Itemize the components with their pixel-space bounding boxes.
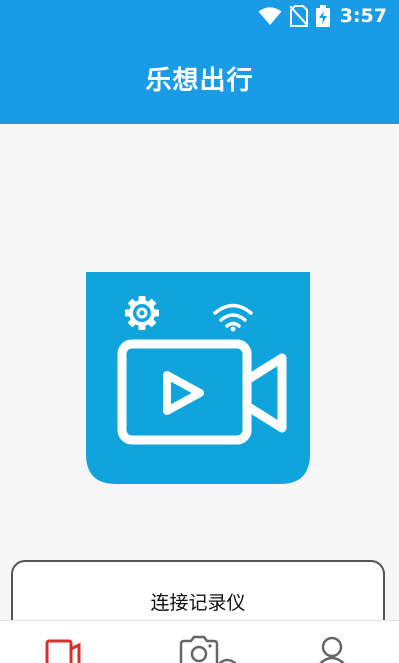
app-header: 乐想出行: [0, 32, 399, 124]
wifi-icon: [258, 6, 282, 26]
no-sim-icon: [289, 5, 308, 27]
status-bar: 3:57: [0, 0, 399, 32]
status-icons: 3:57: [258, 4, 387, 28]
bottom-tab-bar: [0, 620, 399, 663]
status-time: 3:57: [339, 5, 387, 27]
tab-photos[interactable]: [133, 621, 266, 663]
main-content: 连接记录仪: [0, 124, 399, 640]
connect-recorder-label: 连接记录仪: [150, 592, 246, 614]
page-title: 乐想出行: [145, 65, 254, 96]
tab-recorder[interactable]: [0, 621, 133, 663]
app-logo: [86, 272, 310, 484]
battery-charging-icon: [315, 5, 330, 27]
tab-profile[interactable]: [266, 621, 399, 663]
